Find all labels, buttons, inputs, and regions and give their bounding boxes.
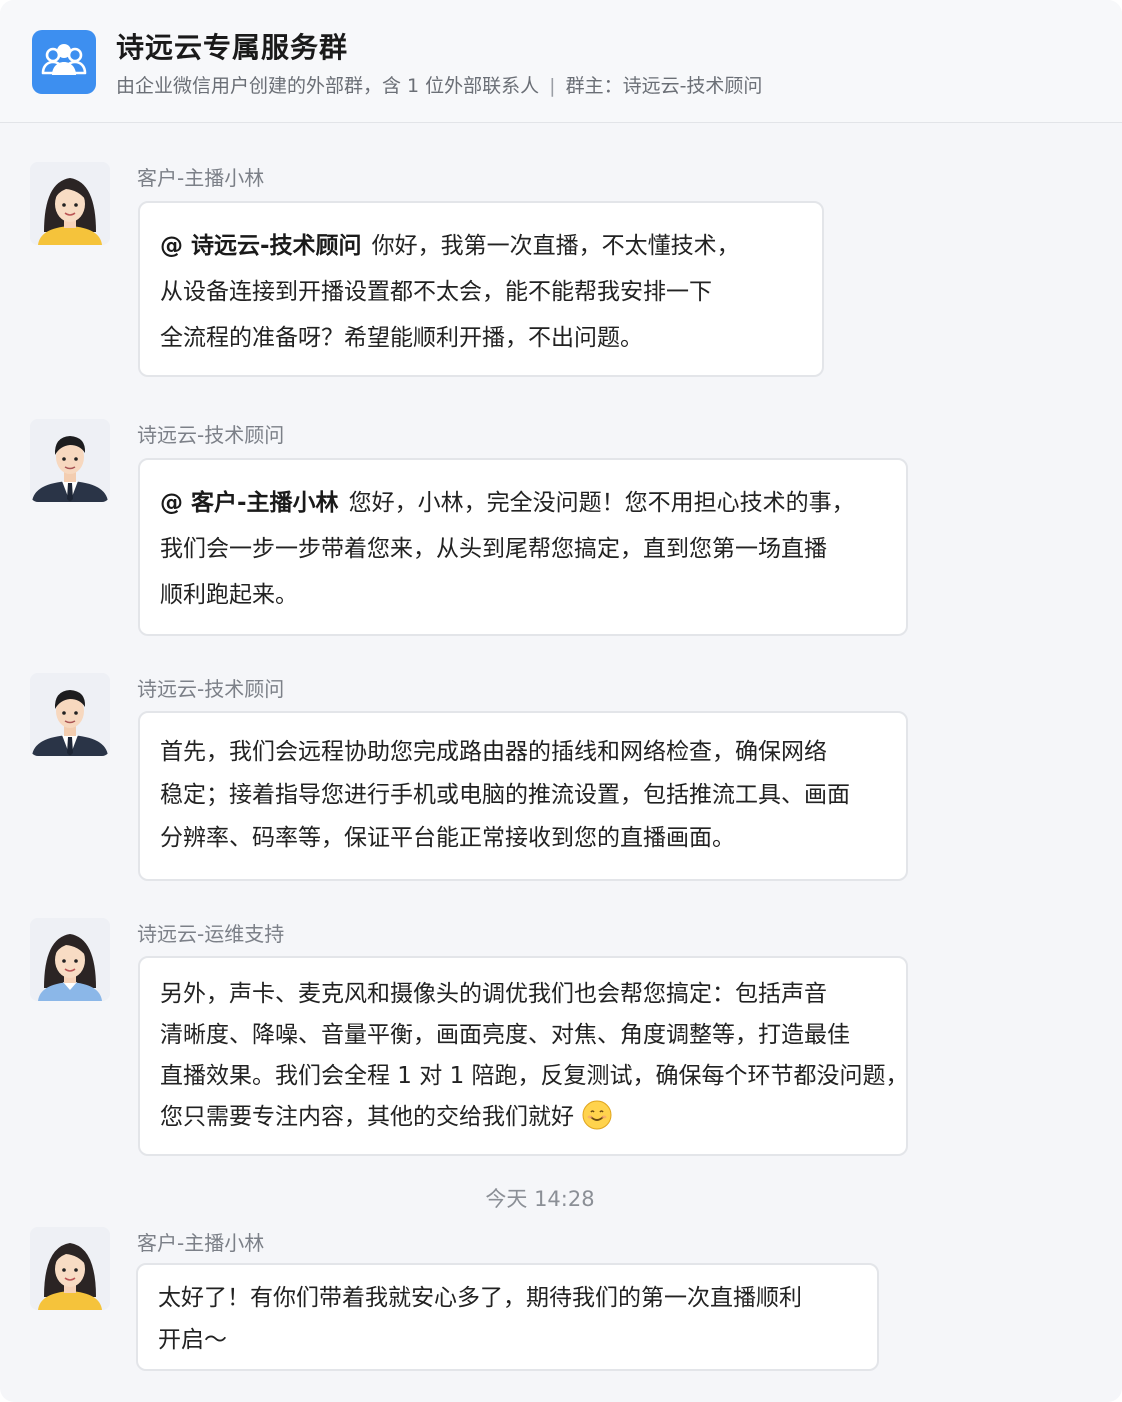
- message-line: 另外，声卡、麦克风和摄像头的调优我们也会帮您搞定：包括声音: [160, 981, 827, 1007]
- message-bubble[interactable]: 另外，声卡、麦克风和摄像头的调优我们也会帮您搞定：包括声音 清晰度、降噪、音量平…: [138, 956, 909, 1156]
- message-bubble[interactable]: @ 客户-主播小林 您好，小林，完全没问题！您不用担心技术的事， 我们会一步一步带…: [138, 458, 908, 636]
- chat-window: 诗远云专属服务群 由企业微信用户创建的外部群，含 1 位外部联系人 | 群主：诗远云…: [0, 0, 1122, 1402]
- message-line: 稳定；接着指导您进行手机或电脑的推流设置，包括推流工具、画面: [160, 782, 850, 808]
- message-line: 我们会一步一步带着您来，从头到尾帮您搞定，直到您第一场直播: [160, 536, 827, 562]
- sender-name: 诗远云-技术顾问: [137, 677, 285, 701]
- message-line: 清晰度、降噪、音量平衡，画面亮度、对焦、角度调整等，打造最佳: [160, 1022, 850, 1048]
- smiling-face-emoji: [582, 1100, 612, 1130]
- message-line: 开启～: [158, 1327, 227, 1353]
- message-line: 首先，我们会远程协助您完成路由器的插线和网络检查，确保网络: [160, 739, 827, 765]
- time-divider: 今天 14:28: [485, 1187, 595, 1211]
- message-line: 全流程的准备呀？希望能顺利开播，不出问题。: [160, 325, 643, 351]
- message-line: 顺利跑起来。: [160, 582, 298, 608]
- female-blue-avatar[interactable]: [30, 918, 110, 1001]
- sender-name: 诗远云-运维支持: [137, 922, 285, 946]
- message-line: 分辨率、码率等，保证平台能正常接收到您的直播画面。: [160, 825, 735, 851]
- group-description: 由企业微信用户创建的外部群，含 1 位外部联系人: [116, 75, 540, 97]
- mention-tag[interactable]: @ 客户-主播小林: [160, 490, 339, 516]
- female-yellow-avatar[interactable]: [30, 162, 110, 245]
- group-owner: 群主：诗远云-技术顾问: [565, 75, 763, 97]
- male-suit-avatar[interactable]: [30, 419, 110, 502]
- message-line: 从设备连接到开播设置都不太会，能不能帮我安排一下: [160, 279, 712, 305]
- message-bubble[interactable]: @ 诗远云-技术顾问 你好，我第一次直播，不太懂技术， 从设备连接到开播设置都不太…: [138, 201, 824, 377]
- mention-tag[interactable]: @ 诗远云-技术顾问: [160, 233, 362, 259]
- message-bubble[interactable]: 太好了！有你们带着我就安心多了，期待我们的第一次直播顺利 开启～: [136, 1263, 879, 1371]
- group-header: 诗远云专属服务群 由企业微信用户创建的外部群，含 1 位外部联系人 | 群主：诗远云…: [0, 0, 1122, 123]
- sender-name: 客户-主播小林: [137, 166, 265, 190]
- subtitle-separator: |: [549, 75, 556, 97]
- message-line: @ 诗远云-技术顾问 你好，我第一次直播，不太懂技术，: [160, 233, 740, 259]
- message-bubble[interactable]: 首先，我们会远程协助您完成路由器的插线和网络检查，确保网络 稳定；接着指导您进行…: [138, 711, 908, 881]
- sender-name: 客户-主播小林: [137, 1231, 265, 1255]
- female-yellow-avatar[interactable]: [30, 1227, 110, 1310]
- male-suit-avatar[interactable]: [30, 673, 110, 756]
- message-line: @ 客户-主播小林 您好，小林，完全没问题！您不用担心技术的事，: [160, 490, 855, 516]
- group-subtitle: 由企业微信用户创建的外部群，含 1 位外部联系人 | 群主：诗远云-技术顾问: [116, 71, 762, 98]
- message-line: 直播效果。我们会全程 1 对 1 陪跑，反复测试，确保每个环节都没问题，: [160, 1063, 909, 1089]
- message-line: 您只需要专注内容，其他的交给我们就好: [160, 1097, 886, 1138]
- group-icon[interactable]: [32, 30, 96, 94]
- message-line: 太好了！有你们带着我就安心多了，期待我们的第一次直播顺利: [158, 1285, 802, 1311]
- group-title: 诗远云专属服务群: [116, 31, 349, 64]
- sender-name: 诗远云-技术顾问: [137, 423, 285, 447]
